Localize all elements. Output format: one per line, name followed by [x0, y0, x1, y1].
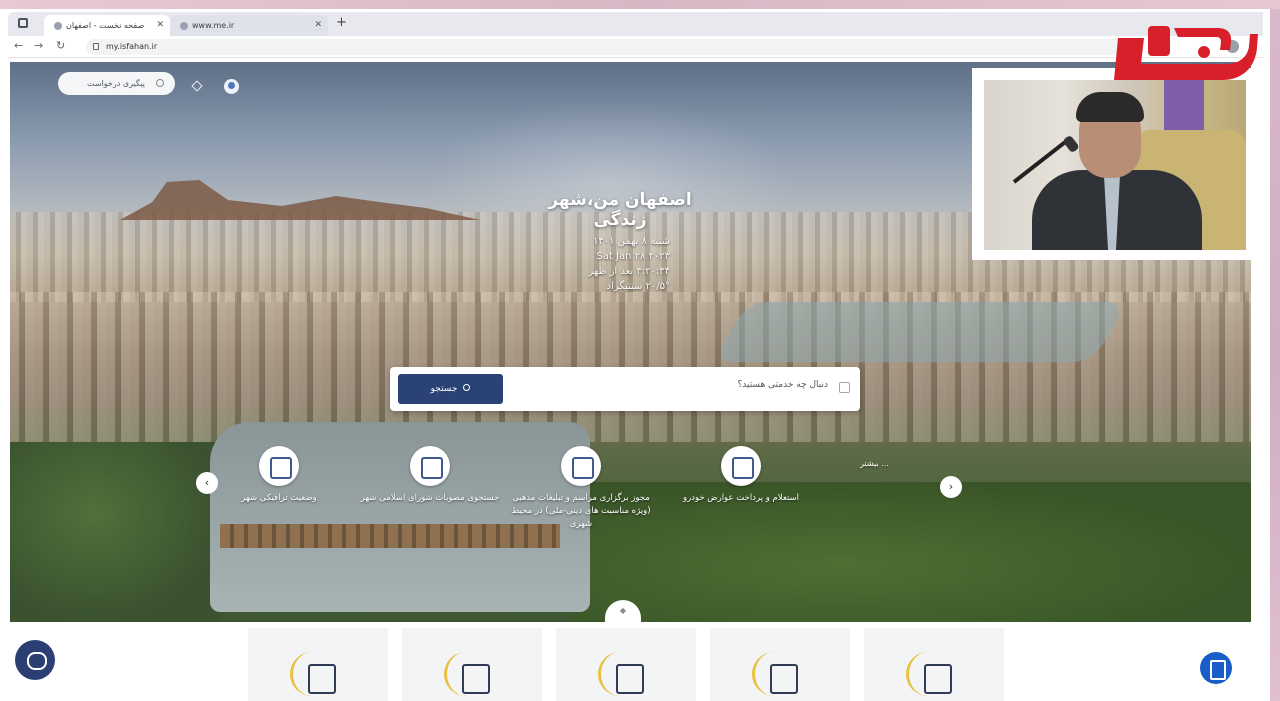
- city-icon: [906, 652, 962, 696]
- search-button-label: جستجو: [430, 384, 458, 394]
- clipboard-icon[interactable]: [1200, 652, 1232, 684]
- persian-date: شنبه ۸ بهمن ۱۴۰۱: [593, 236, 670, 247]
- back-arrow-icon[interactable]: ←: [14, 39, 23, 52]
- browser-address-bar: ← → ↻ my.isfahan.ir: [8, 36, 1263, 58]
- trees-left: [10, 442, 220, 622]
- service-search-bar: جستجو دنبال چه خدمتی هستید؟: [390, 367, 860, 411]
- service-label: وضعیت ترافیکی شهر: [241, 493, 317, 503]
- category-card[interactable]: [556, 628, 696, 701]
- category-card[interactable]: [710, 628, 850, 701]
- mosque-icon: [561, 446, 601, 486]
- tab-close-icon[interactable]: ✕: [156, 15, 164, 36]
- chat-icon[interactable]: [15, 640, 55, 680]
- new-tab-button[interactable]: +: [336, 15, 347, 30]
- category-card[interactable]: [402, 628, 542, 701]
- factory-icon: [598, 652, 654, 696]
- inset-photo-frame: [972, 68, 1256, 260]
- tab-inactive[interactable]: www.me.ir ✕: [170, 15, 328, 36]
- diamond-icon[interactable]: [191, 80, 203, 92]
- document-search-icon: [410, 446, 450, 486]
- search-icon: [463, 384, 471, 391]
- browser-tab-bar: صفحه نخست - اصفهان من ✕ www.me.ir ✕ +: [8, 12, 1263, 51]
- tab-label: www.me.ir: [192, 21, 235, 30]
- category-cards-row: [10, 622, 1251, 701]
- current-time: ۳:۲۰:۳۴ بعد از ظهر: [588, 266, 670, 277]
- mountain-backdrop: [120, 180, 480, 220]
- service-label: جستجوی مصوبات شورای اسلامی شهر: [360, 493, 500, 503]
- decorative-right-strip: [1270, 9, 1280, 701]
- date-weather-info: شنبه ۸ بهمن ۱۴۰۱ Sat Jan ۲۸ ۲۰۲۳ ۳:۲۰:۳۴…: [530, 234, 670, 294]
- url-field[interactable]: my.isfahan.ir: [86, 39, 1126, 55]
- decorative-top-strip: [0, 0, 1280, 9]
- gregorian-date: Sat Jan ۲۸ ۲۰۲۳: [596, 251, 670, 262]
- service-search-input[interactable]: دنبال چه خدمتی هستید؟: [737, 380, 828, 390]
- tab-favicon-icon: [180, 21, 188, 30]
- category-card[interactable]: [248, 628, 388, 701]
- user-icon[interactable]: [224, 79, 239, 94]
- reload-icon[interactable]: ↻: [56, 39, 65, 52]
- screenshot-stage: صفحه نخست - اصفهان من ✕ www.me.ir ✕ + ← …: [0, 0, 1280, 701]
- lock-icon: [93, 43, 99, 50]
- map-pin-icon: [259, 446, 299, 486]
- news-logo: [1114, 26, 1258, 80]
- url-text: my.isfahan.ir: [106, 42, 158, 51]
- gear-person-icon: [752, 652, 808, 696]
- building-icon: [444, 652, 500, 696]
- request-tracking-placeholder: پیگیری درخواست: [87, 79, 145, 88]
- river-backdrop: [712, 302, 1128, 362]
- service-label: مجوز برگزاری مراسم و تبلیغات مذهبی (ویژه…: [511, 493, 651, 529]
- tree-icon: [290, 652, 346, 696]
- car-icon: [721, 446, 761, 486]
- carousel-next-arrow[interactable]: ›: [940, 476, 962, 498]
- service-label: استعلام و پرداخت عوارض خودرو: [682, 493, 800, 503]
- tab-active[interactable]: صفحه نخست - اصفهان من ✕: [44, 15, 170, 51]
- service-religious-events[interactable]: مجوز برگزاری مراسم و تبلیغات مذهبی (ویژه…: [506, 446, 656, 531]
- search-icon: [156, 79, 164, 87]
- services-grid-icon[interactable]: [839, 382, 850, 393]
- service-traffic-status[interactable]: وضعیت ترافیکی شهر: [204, 446, 354, 505]
- category-card[interactable]: [864, 628, 1004, 701]
- tab-close-icon[interactable]: ✕: [314, 15, 322, 36]
- app-menu-icon[interactable]: [18, 18, 28, 28]
- service-vehicle-tolls[interactable]: استعلام و پرداخت عوارض خودرو: [666, 446, 816, 505]
- request-tracking-search[interactable]: پیگیری درخواست: [58, 72, 175, 95]
- search-button[interactable]: جستجو: [398, 374, 503, 404]
- more-services-label[interactable]: بیشتر ...: [860, 459, 889, 468]
- forward-arrow-icon[interactable]: →: [34, 39, 43, 52]
- temperature: ۵°/۲۰ سنتيگراد: [606, 281, 670, 292]
- service-council-resolutions[interactable]: جستجوی مصوبات شورای اسلامی شهر: [355, 446, 505, 505]
- tab-favicon-icon: [54, 21, 62, 30]
- speaker-photo: [984, 80, 1246, 250]
- hero-title: اصفهان من،شهر زندگی: [548, 190, 692, 230]
